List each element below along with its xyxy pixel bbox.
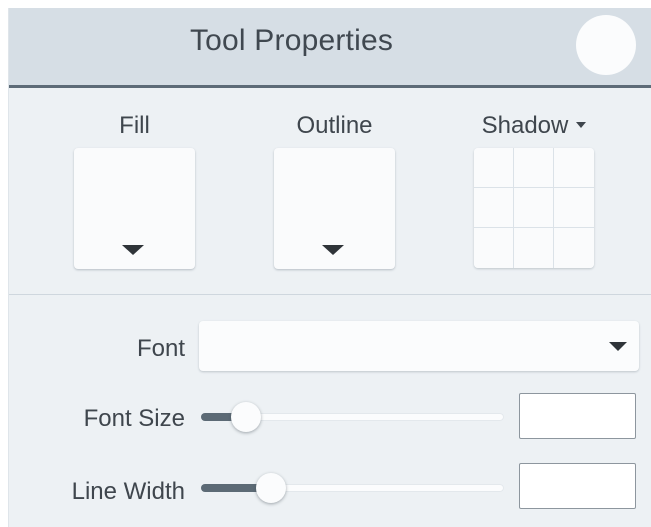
panel-title: Tool Properties — [189, 24, 394, 57]
section-divider — [9, 294, 651, 295]
font-select[interactable] — [199, 321, 639, 371]
shadow-label: Shadow — [481, 112, 569, 139]
shadow-cell[interactable] — [514, 188, 554, 228]
outline-color-swatch[interactable] — [274, 148, 395, 269]
font-dropdown-arrow-icon — [609, 342, 627, 351]
line-width-input[interactable] — [519, 463, 636, 509]
line-width-slider[interactable] — [201, 484, 504, 492]
font-size-slider-thumb[interactable] — [231, 402, 262, 432]
shadow-cell[interactable] — [474, 228, 514, 268]
line-width-slider-thumb[interactable] — [255, 473, 286, 503]
shadow-dropdown[interactable]: Shadow — [454, 112, 614, 140]
shadow-cell[interactable] — [474, 188, 514, 228]
line-width-label: Line Width — [71, 478, 185, 505]
fill-dropdown-arrow-icon — [122, 245, 144, 255]
shadow-cell[interactable] — [554, 188, 594, 228]
font-size-label: Font Size — [83, 405, 185, 432]
outline-dropdown-arrow-icon — [322, 245, 344, 255]
fill-label: Fill — [119, 112, 150, 139]
shadow-caret-icon — [576, 121, 587, 128]
font-size-input[interactable] — [519, 393, 636, 439]
outline-label: Outline — [296, 112, 373, 139]
shadow-cell[interactable] — [554, 228, 594, 268]
shadow-cell[interactable] — [514, 228, 554, 268]
fill-color-swatch[interactable] — [74, 148, 195, 269]
shadow-cell[interactable] — [474, 148, 514, 188]
tool-properties-panel: Tool Properties Fill Outline Shadow Font… — [8, 8, 651, 527]
font-label: Font — [136, 335, 185, 362]
shadow-cell[interactable] — [514, 148, 554, 188]
shadow-direction-grid[interactable] — [474, 148, 594, 268]
header-accent-line — [9, 85, 651, 88]
panel-header: Tool Properties — [9, 8, 651, 85]
shadow-cell[interactable] — [554, 148, 594, 188]
panel-toggle-button[interactable] — [576, 15, 636, 75]
